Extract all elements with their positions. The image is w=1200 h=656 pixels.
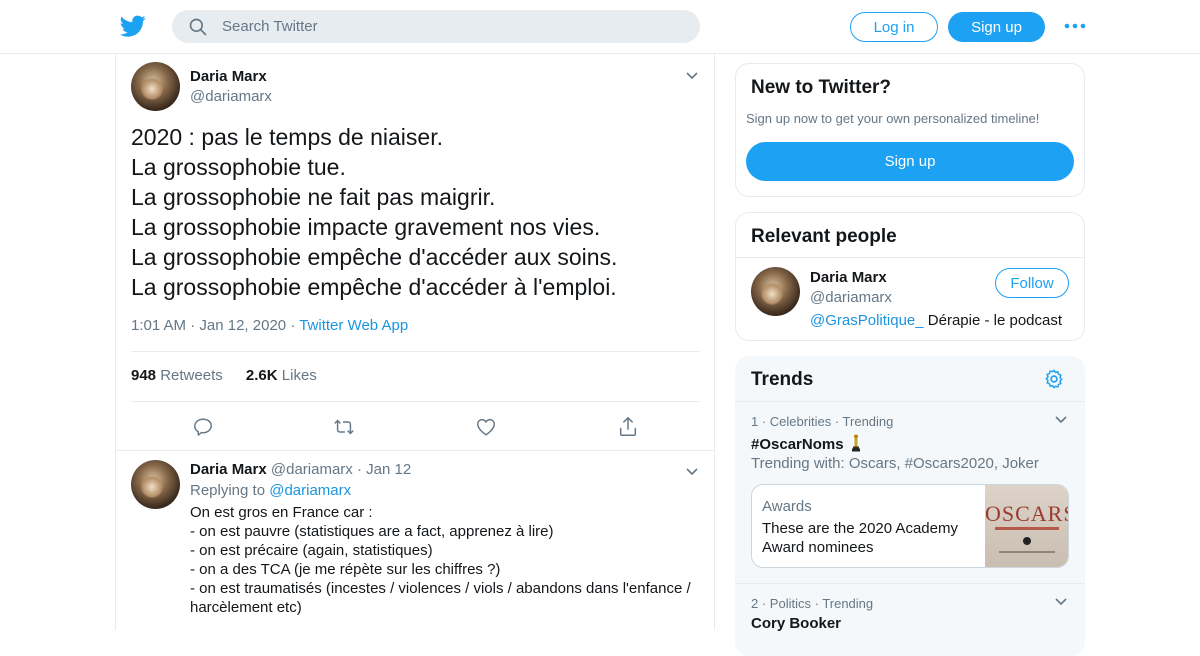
- divider: [735, 401, 1085, 402]
- tweet-text: 2020 : pas le temps de niaiser. La gross…: [131, 122, 701, 302]
- avatar[interactable]: [131, 62, 180, 111]
- oscar-statuette-icon: [851, 434, 860, 452]
- tweet-line: 2020 : pas le temps de niaiser.: [131, 124, 443, 150]
- tweet-time[interactable]: 1:01 AM: [131, 317, 186, 334]
- divider: [131, 401, 700, 402]
- tweet-date[interactable]: Jan 12, 2020: [199, 317, 286, 334]
- tweet-metadata: 1:01 AM · Jan 12, 2020 · Twitter Web App: [131, 317, 409, 334]
- reply-text: On est gros en France car : - on est pau…: [190, 503, 702, 617]
- avatar[interactable]: [751, 267, 800, 316]
- new-to-twitter-card: New to Twitter? Sign up now to get your …: [735, 63, 1085, 197]
- news-card[interactable]: Awards These are the 2020 Academy Award …: [751, 484, 1069, 568]
- author-handle[interactable]: @dariamarx: [190, 88, 272, 105]
- card-title: New to Twitter?: [751, 77, 892, 98]
- reply-line: On est gros en France car :: [190, 504, 373, 521]
- retweets-stat[interactable]: 948 Retweets: [131, 367, 223, 384]
- tweet-line: La grossophobie empêche d'accéder aux so…: [131, 244, 618, 270]
- avatar[interactable]: [131, 460, 180, 509]
- news-headline[interactable]: These are the 2020 Academy Award nominee…: [762, 519, 976, 557]
- tweet-line: La grossophobie tue.: [131, 154, 346, 180]
- author-handle[interactable]: @dariamarx: [271, 461, 353, 478]
- sign-up-button[interactable]: Sign up: [746, 142, 1074, 181]
- sign-up-button[interactable]: Sign up: [948, 12, 1045, 42]
- gear-icon[interactable]: [1043, 368, 1065, 390]
- tweet-column: Daria Marx @dariamarx 2020 : pas le temp…: [115, 54, 715, 630]
- divider: [116, 450, 714, 451]
- chevron-down-icon[interactable]: [1054, 415, 1068, 425]
- replying-to-link[interactable]: @dariamarx: [269, 482, 351, 499]
- person-handle[interactable]: @dariamarx: [810, 289, 892, 306]
- trend-meta: 2 · Politics · Trending: [751, 596, 874, 611]
- tweet-line: La grossophobie impacte gravement nos vi…: [131, 214, 601, 240]
- card-title: Relevant people: [751, 226, 897, 247]
- search-icon: [189, 18, 207, 35]
- trending-with: Trending with: Oscars, #Oscars2020, Joke…: [751, 455, 1039, 472]
- person-name[interactable]: Daria Marx: [810, 269, 887, 286]
- chevron-down-icon[interactable]: [685, 467, 699, 477]
- replying-to: Replying to @dariamarx: [190, 482, 352, 499]
- share-icon[interactable]: [617, 416, 639, 438]
- relevant-people-card: Relevant people Daria Marx @dariamarx Fo…: [735, 212, 1085, 341]
- divider: [735, 583, 1085, 584]
- reply-line: - on a des TCA (je me répète sur les chi…: [190, 561, 501, 578]
- log-in-button[interactable]: Log in: [850, 12, 938, 42]
- twitter-bird-logo-icon[interactable]: [120, 13, 146, 39]
- reply-icon[interactable]: [192, 416, 214, 438]
- tweet-line: La grossophobie ne fait pas maigrir.: [131, 184, 496, 210]
- search-bar[interactable]: [172, 10, 700, 43]
- news-category: Awards: [762, 498, 812, 515]
- tweet-line: La grossophobie empêche d'accéder à l'em…: [131, 274, 617, 300]
- divider: [736, 257, 1084, 258]
- thumbnail-text: OSCARS: [985, 501, 1069, 526]
- more-options-icon[interactable]: [1063, 18, 1087, 34]
- divider: [131, 351, 700, 352]
- author-name[interactable]: Daria Marx: [190, 461, 267, 478]
- tweet-source-link[interactable]: Twitter Web App: [299, 317, 408, 334]
- likes-stat[interactable]: 2.6K Likes: [246, 367, 317, 384]
- trends-card: Trends 1 · Celebrities · Trending #Oscar…: [735, 356, 1085, 656]
- trend-name[interactable]: #OscarNoms: [751, 434, 861, 453]
- person-bio: @GrasPolitique_ Dérapie - le podcast: [810, 312, 1063, 329]
- news-thumbnail[interactable]: OSCARS: [985, 485, 1069, 567]
- author-name[interactable]: Daria Marx: [190, 68, 267, 85]
- bio-mention-link[interactable]: @GrasPolitique_: [810, 312, 924, 329]
- trend-meta: 1 · Celebrities · Trending: [751, 414, 894, 429]
- trend-name[interactable]: Cory Booker: [751, 615, 841, 632]
- chevron-down-icon[interactable]: [1054, 597, 1068, 607]
- like-icon[interactable]: [475, 416, 497, 438]
- reply-line: - on est pauvre (statistiques are a fact…: [190, 523, 554, 540]
- reply-line: - on est traumatisés (incestes / violenc…: [190, 580, 691, 616]
- follow-button[interactable]: Follow: [995, 268, 1069, 298]
- tweet-stats: 948 Retweets 2.6K Likes: [131, 367, 317, 384]
- card-title: Trends: [751, 369, 814, 390]
- reply-line: - on est précaire (again, statistiques): [190, 542, 433, 559]
- card-subtitle: Sign up now to get your own personalized…: [746, 111, 1040, 126]
- reply-header: Daria Marx @dariamarx · Jan 12: [190, 461, 412, 478]
- top-navigation-bar: Log in Sign up: [0, 0, 1200, 54]
- retweet-icon[interactable]: [333, 416, 355, 438]
- search-input[interactable]: [222, 18, 662, 35]
- chevron-down-icon[interactable]: [685, 71, 699, 81]
- reply-date[interactable]: Jan 12: [366, 461, 411, 478]
